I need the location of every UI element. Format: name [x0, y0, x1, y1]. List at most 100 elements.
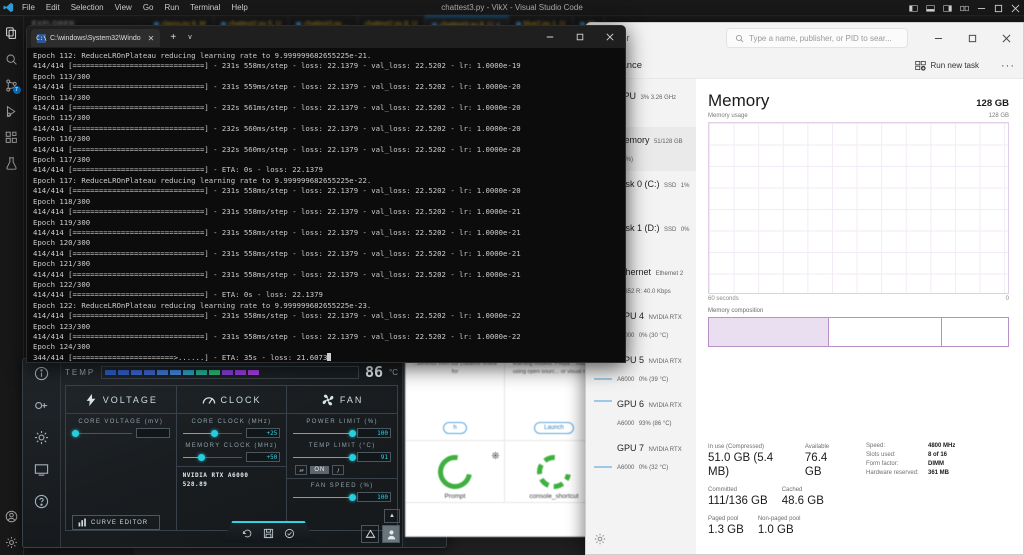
run-debug-icon[interactable] — [0, 98, 24, 124]
minimize-button[interactable] — [921, 23, 955, 53]
profile-expand-caret-icon[interactable]: ▲ — [384, 509, 400, 523]
vscode-window-controls[interactable] — [905, 0, 1024, 16]
close-button[interactable] — [1007, 0, 1024, 16]
spec-slots-used: Slots used: 8 of 16 — [866, 452, 1009, 458]
afterburner-sidebar[interactable] — [23, 359, 61, 547]
maximize-button[interactable] — [565, 26, 595, 48]
close-button[interactable] — [989, 23, 1023, 53]
memory-composition-bar[interactable] — [708, 317, 1009, 347]
power-limit-value[interactable]: 100 — [357, 428, 391, 438]
afterburner-apply-bar[interactable] — [221, 521, 316, 543]
vscode-titlebar: File Edit Selection View Go Run Terminal… — [0, 0, 1024, 16]
cmd-tab-active[interactable]: C:\ C:\windows\System32\Windo ✕ — [31, 29, 160, 47]
core-voltage-control[interactable]: CORE VOLTAGE (mV) — [66, 414, 176, 438]
power-limit-slider[interactable] — [293, 429, 353, 438]
restore-button[interactable] — [990, 0, 1007, 16]
settings-gear-icon[interactable] — [594, 532, 608, 546]
info-icon[interactable] — [32, 363, 52, 383]
unlink-icon[interactable] — [332, 465, 344, 475]
apply-at-startup-icon[interactable] — [361, 525, 379, 543]
help-icon[interactable] — [32, 491, 52, 511]
maximize-button[interactable] — [955, 23, 989, 53]
menu-file[interactable]: File — [20, 0, 37, 16]
temp-limit-control[interactable]: TEMP LIMIT (°C) 91 ON — [287, 438, 397, 475]
oc-scanner-icon[interactable] — [32, 395, 52, 415]
fan-speed-control[interactable]: FAN SPEED (%) 100 — [287, 478, 397, 502]
search-input[interactable]: Type a name, publisher, or PID to sear..… — [726, 28, 908, 48]
core-clock-control[interactable]: CORE CLOCK (MHz) +25 — [177, 414, 287, 438]
card-datalore[interactable]: ...benefits from our Datalore online for… — [406, 353, 505, 441]
layout-secondary-sidebar-icon[interactable] — [939, 0, 956, 16]
run-new-task-button[interactable]: Run new task — [915, 60, 979, 71]
menu-go[interactable]: Go — [141, 0, 156, 16]
gear-icon[interactable] — [492, 446, 499, 453]
settings-gear-icon[interactable] — [32, 427, 52, 447]
detail-total-memory: 128 GB — [976, 98, 1009, 109]
menu-selection[interactable]: Selection — [69, 0, 106, 16]
memory-clock-value[interactable]: +50 — [246, 452, 280, 462]
task-manager-window-controls[interactable] — [921, 23, 1023, 53]
search-placeholder: Type a name, publisher, or PID to sear..… — [749, 34, 892, 43]
menu-terminal[interactable]: Terminal — [188, 0, 222, 16]
fan-column: FAN POWER LIMIT (%) 100 TEMP LIMIT (°C) — [287, 386, 397, 530]
testing-icon[interactable] — [0, 150, 24, 176]
resource-item-gpu7[interactable]: GPU 7 NVIDIA RTX A6000 0% (32 °C) — [586, 435, 696, 479]
layout-primary-sidebar-icon[interactable] — [905, 0, 922, 16]
card-launch-button[interactable]: Launch — [534, 422, 574, 434]
vscode-menubar[interactable]: File Edit Selection View Go Run Terminal… — [20, 0, 250, 16]
settings-gear-icon[interactable] — [0, 529, 24, 555]
layout-panel-icon[interactable] — [922, 0, 939, 16]
accounts-icon[interactable] — [0, 503, 24, 529]
menu-help[interactable]: Help — [229, 0, 249, 16]
menu-view[interactable]: View — [113, 0, 134, 16]
spec-key: Speed: — [866, 443, 928, 449]
spec-key: Form factor: — [866, 461, 928, 467]
power-temp-link-toggle[interactable]: ON — [293, 465, 391, 475]
customize-layout-icon[interactable] — [956, 0, 973, 16]
link-chain-icon[interactable] — [295, 465, 307, 475]
user-profile-icon[interactable] — [382, 525, 400, 543]
core-voltage-value[interactable] — [136, 428, 170, 438]
source-control-icon[interactable]: 7 — [0, 72, 24, 98]
core-voltage-slider[interactable] — [72, 429, 132, 438]
new-tab-dropdown-icon[interactable]: v — [188, 34, 192, 41]
card-launch-button[interactable]: h — [443, 422, 466, 434]
memory-clock-control[interactable]: MEMORY CLOCK (MHz) +50 — [177, 438, 287, 462]
memory-clock-label: MEMORY CLOCK (MHz) — [183, 443, 281, 449]
extensions-icon[interactable] — [0, 124, 24, 150]
curve-editor-button[interactable]: CURVE EDITOR — [72, 515, 160, 530]
core-clock-value[interactable]: +25 — [246, 428, 280, 438]
spec-key: Slots used: — [866, 452, 928, 458]
spec-value: 4800 MHz — [928, 443, 955, 449]
vscode-activity-bar[interactable]: 7 — [0, 16, 24, 555]
memory-clock-slider[interactable] — [183, 453, 243, 462]
card-title: console_shortcut — [529, 493, 578, 500]
cmd-tab-close-icon[interactable]: ✕ — [148, 34, 155, 43]
stat-available: Available 76.4 GB — [805, 443, 844, 479]
link-state-label[interactable]: ON — [310, 466, 329, 474]
cmd-console-icon: C:\ — [37, 34, 46, 43]
resource-item-gpu6[interactable]: GPU 6 NVIDIA RTX A6000 93% (86 °C) — [586, 391, 696, 435]
search-icon[interactable] — [0, 46, 24, 72]
explorer-icon[interactable] — [0, 20, 24, 46]
power-limit-control[interactable]: POWER LIMIT (%) 100 — [287, 414, 397, 438]
afterburner-user-buttons[interactable] — [361, 525, 400, 543]
minimize-button[interactable] — [535, 26, 565, 48]
new-tab-button[interactable]: + — [170, 32, 176, 43]
cmd-window-controls[interactable] — [535, 26, 625, 48]
temp-limit-label: TEMP LIMIT (°C) — [293, 443, 391, 449]
close-button[interactable] — [595, 26, 625, 48]
fan-speed-value[interactable]: 100 — [357, 492, 391, 502]
temp-limit-value[interactable]: 91 — [357, 452, 391, 462]
task-manager-titlebar: Manager Type a name, publisher, or PID t… — [586, 23, 1023, 53]
terminal-output-area[interactable]: Epoch 112: ReduceLROnPlateau reducing le… — [27, 48, 625, 362]
more-options-icon[interactable]: ··· — [1001, 60, 1015, 72]
temp-limit-slider[interactable] — [293, 453, 353, 462]
minimize-button[interactable] — [973, 0, 990, 16]
menu-run[interactable]: Run — [162, 0, 181, 16]
msi-afterburner-window: TEMP 86 °C VOLTAGE — [22, 358, 447, 548]
core-clock-slider[interactable] — [183, 429, 243, 438]
menu-edit[interactable]: Edit — [44, 0, 62, 16]
monitor-icon[interactable] — [32, 459, 52, 479]
fan-speed-slider[interactable] — [293, 493, 353, 502]
